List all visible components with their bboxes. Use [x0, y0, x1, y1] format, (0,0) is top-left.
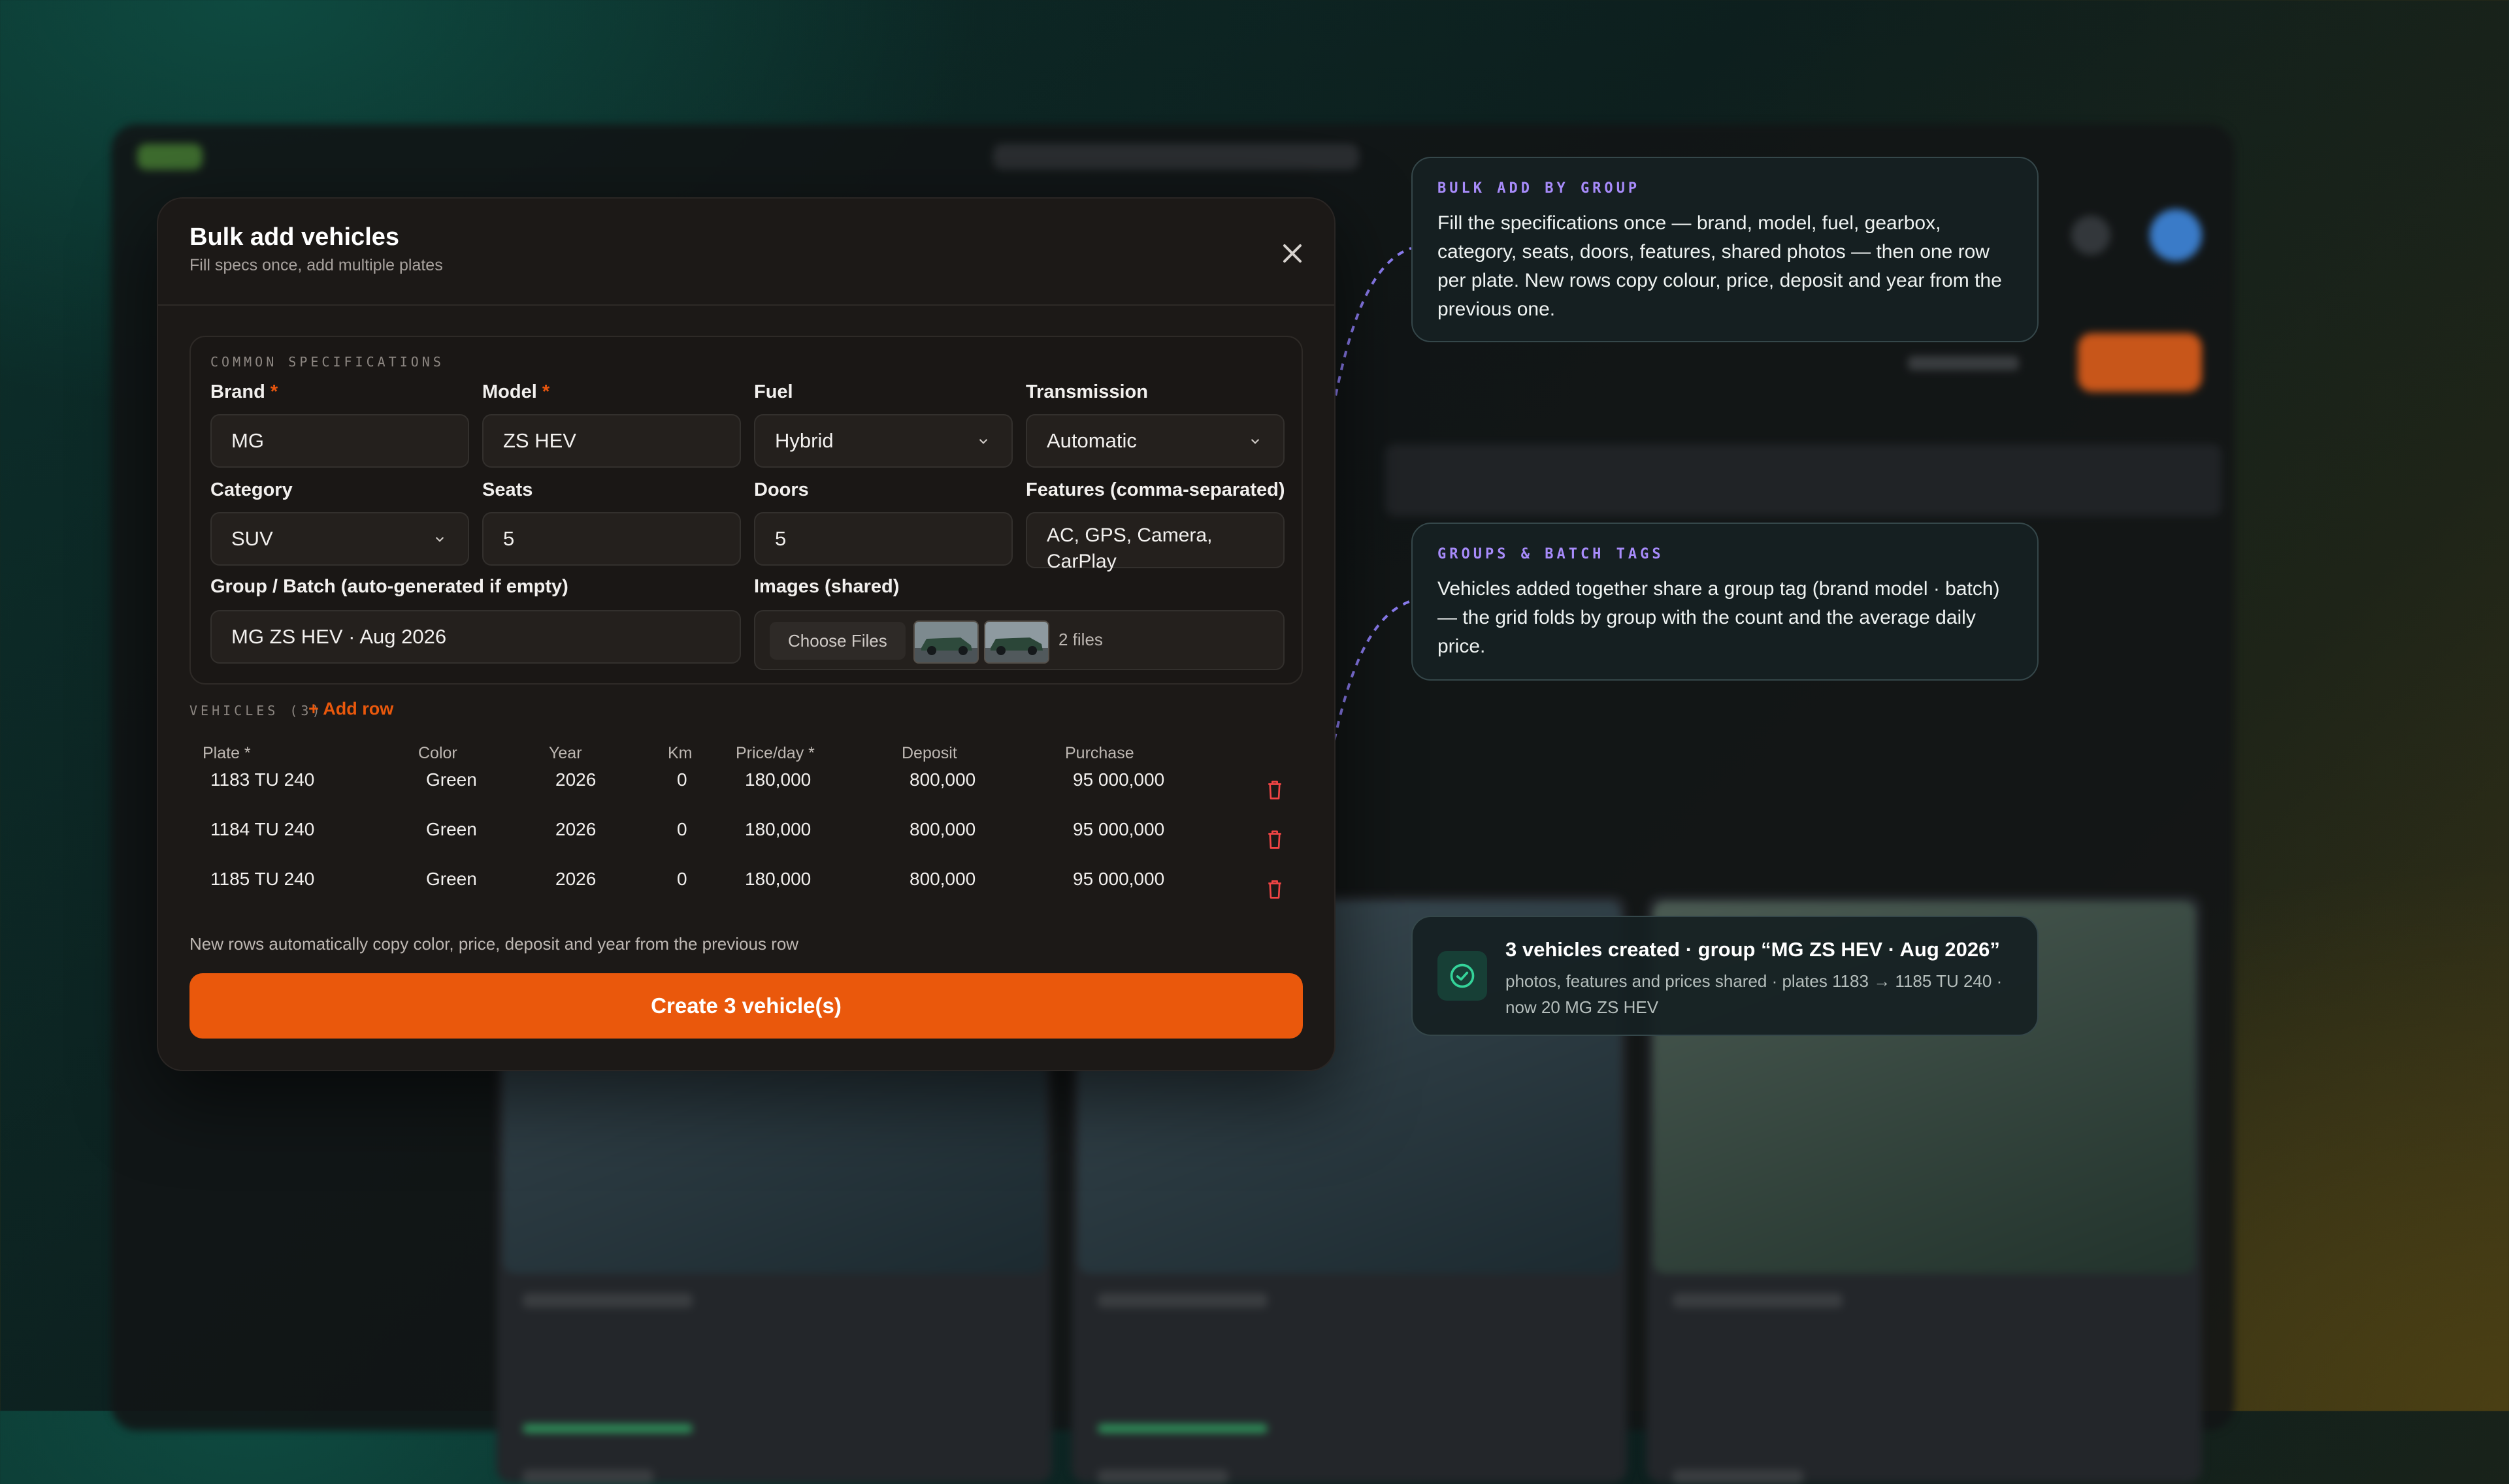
deposit-input[interactable]: 800,000 — [910, 819, 976, 840]
bg-logo — [137, 144, 203, 170]
year-input[interactable]: 2026 — [555, 769, 596, 790]
toast-title: 3 vehicles created · group “MG ZS HEV · … — [1505, 938, 2000, 961]
fuel-label: Fuel — [754, 381, 793, 402]
column-header: Km — [668, 744, 693, 762]
doors-label: Doors — [754, 479, 809, 500]
features-label: Features (comma-separated) — [1026, 479, 1285, 500]
chevron-down-icon — [1251, 439, 1260, 444]
features-textarea[interactable]: AC, GPS, Camera, CarPlay — [1026, 512, 1285, 572]
image-thumbnail — [984, 621, 1049, 664]
category-label: Category — [210, 479, 293, 500]
column-header: Price/day * — [736, 744, 815, 762]
bg-text — [1098, 1293, 1268, 1308]
bg-text — [1098, 1470, 1228, 1484]
modal-title: Bulk add vehicles — [189, 223, 400, 251]
year-input[interactable]: 2026 — [555, 869, 596, 890]
seats-input[interactable]: 5 — [482, 512, 741, 566]
color-input[interactable]: Green — [426, 769, 477, 790]
price-input[interactable]: 180,000 — [745, 869, 811, 890]
close-icon[interactable] — [1277, 238, 1308, 269]
transmission-label: Transmission — [1026, 381, 1148, 402]
file-count: 2 files — [1058, 630, 1103, 649]
km-input[interactable]: 0 — [677, 869, 687, 890]
auto-copy-note: New rows automatically copy color, price… — [189, 934, 799, 954]
images-file-input[interactable]: Choose Files 2 files — [754, 610, 1285, 670]
category-value: SUV — [231, 527, 273, 550]
bulk-add-modal: Bulk add vehicles Fill specs once, add m… — [157, 197, 1336, 1071]
toast-subtitle: photos, features and prices shared · pla… — [1505, 971, 2003, 1017]
bg-text — [1908, 356, 2019, 370]
bg-filters — [1385, 444, 2222, 516]
fuel-select[interactable]: Hybrid — [754, 414, 1013, 468]
seats-label: Seats — [482, 479, 533, 500]
bg-icon — [2071, 216, 2110, 255]
success-toast: 3 vehicles created · group “MG ZS HEV · … — [1411, 916, 2039, 1036]
doors-input[interactable]: 5 — [754, 512, 1013, 566]
callout-groups: GROUPS & BATCH TAGS Vehicles added toget… — [1411, 523, 2039, 681]
create-vehicles-button[interactable]: Create 3 vehicle(s) — [189, 973, 1303, 1039]
category-select[interactable]: SUV — [210, 512, 469, 566]
model-label: Model * — [482, 381, 550, 402]
trash-icon[interactable] — [1265, 779, 1285, 801]
deposit-input[interactable]: 800,000 — [910, 769, 976, 790]
purchase-input[interactable]: 95 000,000 — [1073, 869, 1164, 890]
choose-files-button[interactable]: Choose Files — [770, 622, 906, 660]
callout-body: Fill the specifications once — brand, mo… — [1437, 212, 2002, 320]
add-row-button[interactable]: + Add row — [308, 699, 393, 719]
bg-progress — [523, 1424, 693, 1433]
column-header: Color — [418, 744, 457, 762]
images-label: Images (shared) — [754, 576, 900, 597]
plate-input[interactable]: 1183 TU 240 — [210, 769, 314, 790]
bg-header-text — [993, 144, 1359, 170]
column-header: Purchase — [1065, 744, 1134, 762]
specs-heading: COMMON SPECIFICATIONS — [210, 354, 444, 370]
column-header: Plate * — [203, 744, 251, 762]
bg-text — [523, 1293, 693, 1308]
transmission-select[interactable]: Automatic — [1026, 414, 1285, 468]
trash-icon[interactable] — [1265, 878, 1285, 900]
image-thumbnail — [913, 621, 979, 664]
km-input[interactable]: 0 — [677, 769, 687, 790]
km-input[interactable]: 0 — [677, 819, 687, 840]
price-input[interactable]: 180,000 — [745, 819, 811, 840]
model-input[interactable]: ZS HEV — [482, 414, 741, 468]
bg-text — [1673, 1293, 1843, 1308]
brand-input[interactable]: MG — [210, 414, 469, 468]
common-specifications-panel: COMMON SPECIFICATIONS Brand * MG Model *… — [189, 336, 1303, 685]
plate-input[interactable]: 1185 TU 240 — [210, 869, 314, 890]
bg-text — [1673, 1470, 1803, 1484]
plate-input[interactable]: 1184 TU 240 — [210, 819, 314, 840]
chevron-down-icon — [435, 537, 444, 542]
deposit-input[interactable]: 800,000 — [910, 869, 976, 890]
bg-progress — [1098, 1424, 1268, 1433]
column-header: Year — [549, 744, 582, 762]
header-divider — [158, 304, 1334, 306]
color-input[interactable]: Green — [426, 819, 477, 840]
modal-subtitle: Fill specs once, add multiple plates — [189, 256, 443, 274]
callout-tag: BULK ADD BY GROUP — [1437, 180, 1641, 197]
group-label: Group / Batch (auto-generated if empty) — [210, 576, 568, 597]
bg-avatar — [2150, 209, 2202, 261]
group-input[interactable]: MG ZS HEV · Aug 2026 — [210, 610, 741, 664]
purchase-input[interactable]: 95 000,000 — [1073, 769, 1164, 790]
vehicles-heading: VEHICLES (3) — [189, 703, 323, 718]
bg-primary-button — [2078, 333, 2202, 392]
fuel-value: Hybrid — [775, 429, 834, 452]
chevron-down-icon — [979, 439, 988, 444]
callout-body: Vehicles added together share a group ta… — [1437, 578, 2000, 657]
check-circle-icon — [1437, 951, 1487, 1001]
price-input[interactable]: 180,000 — [745, 769, 811, 790]
callout-bulk-add: BULK ADD BY GROUP Fill the specification… — [1411, 157, 2039, 342]
transmission-value: Automatic — [1047, 429, 1137, 452]
purchase-input[interactable]: 95 000,000 — [1073, 819, 1164, 840]
year-input[interactable]: 2026 — [555, 819, 596, 840]
callout-tag: GROUPS & BATCH TAGS — [1437, 546, 1664, 562]
color-input[interactable]: Green — [426, 869, 477, 890]
bg-text — [523, 1470, 653, 1484]
trash-icon[interactable] — [1265, 828, 1285, 850]
brand-label: Brand * — [210, 381, 278, 402]
column-header: Deposit — [902, 744, 957, 762]
